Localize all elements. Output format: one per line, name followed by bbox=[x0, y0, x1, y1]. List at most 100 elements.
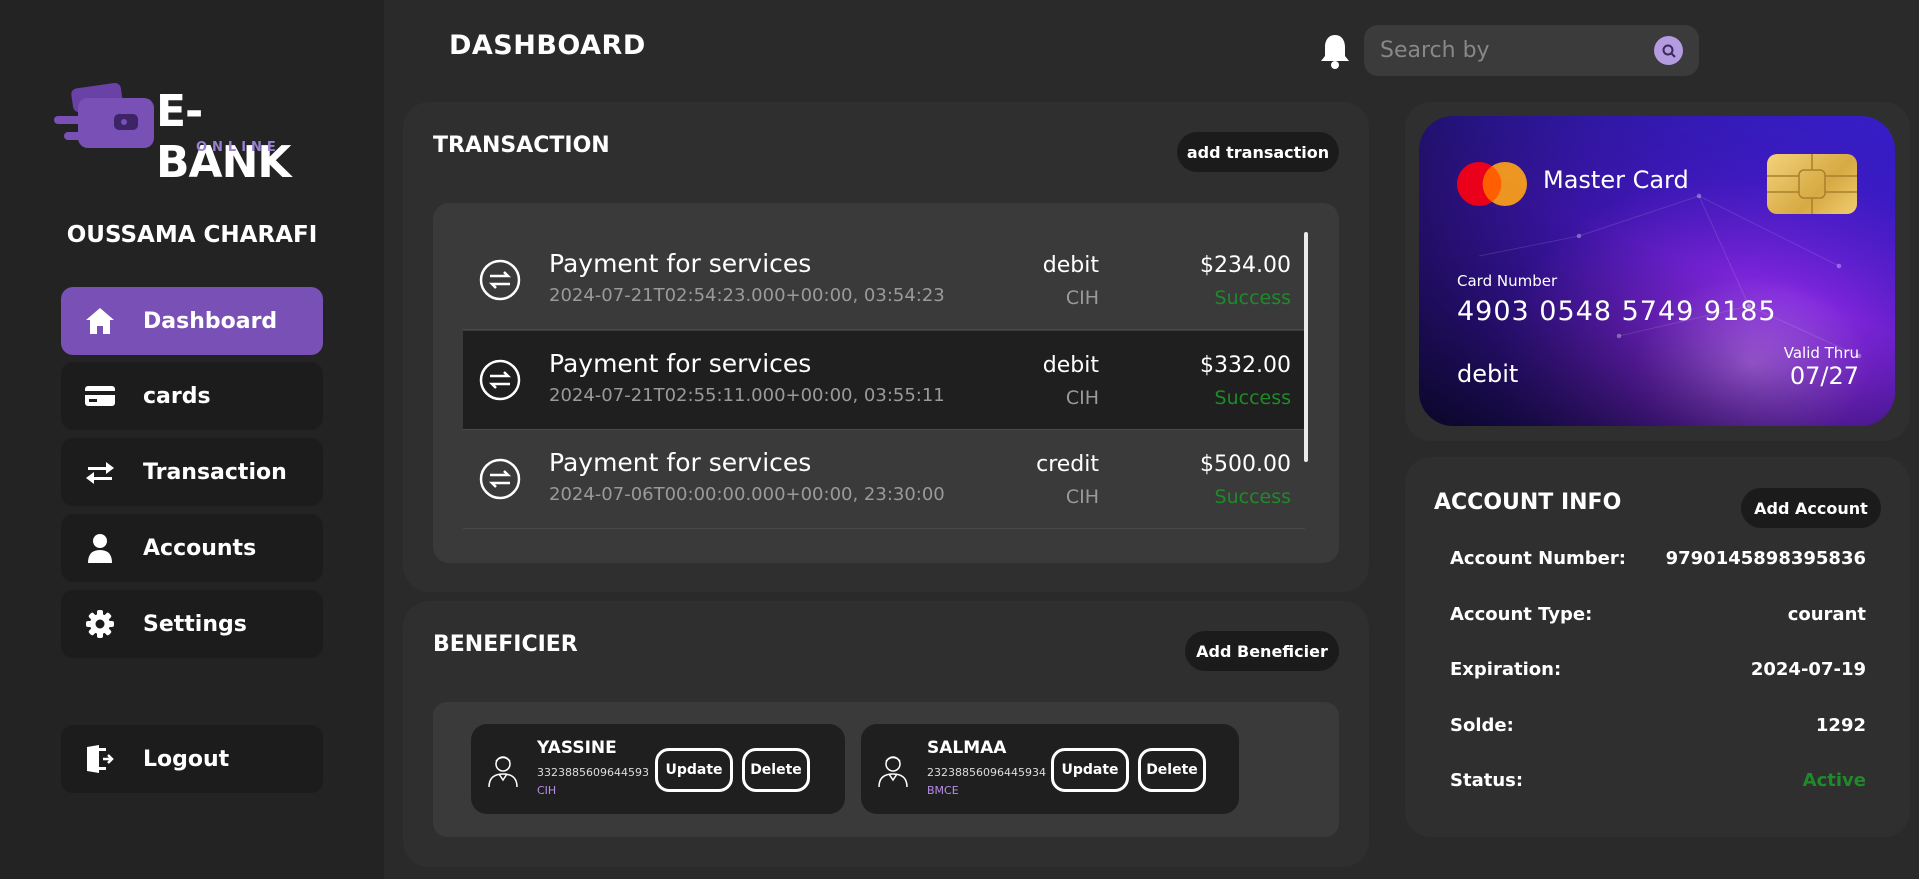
app-root: E-BANK ONLINE OUSSAMA CHARAFI Dashboard … bbox=[0, 0, 1919, 879]
card-number: 4903 0548 5749 9185 bbox=[1457, 296, 1777, 327]
sidebar-item-label: Dashboard bbox=[143, 308, 278, 334]
user-icon bbox=[81, 529, 119, 567]
card-type: debit bbox=[1457, 360, 1519, 388]
sidebar-item-dashboard[interactable]: Dashboard bbox=[61, 287, 323, 355]
valid-thru: 07/27 bbox=[1789, 362, 1859, 390]
transaction-amount: $500.00 bbox=[1200, 452, 1291, 477]
expiration-value: 2024-07-19 bbox=[1750, 659, 1866, 680]
status-row: Status: Active bbox=[1450, 770, 1866, 800]
add-beneficier-button[interactable]: Add Beneficier bbox=[1185, 631, 1339, 671]
transaction-row[interactable]: Payment for services 2024-07-06T00:00:00… bbox=[463, 430, 1305, 529]
expiration-label: Expiration: bbox=[1450, 659, 1562, 680]
status-value: Active bbox=[1802, 770, 1866, 791]
transaction-date: 2024-07-21T02:54:23.000+00:00, 03:54:23 bbox=[549, 285, 945, 306]
chip-icon bbox=[1767, 154, 1857, 214]
transfer-icon bbox=[81, 453, 119, 491]
beneficier-number: 23238856096445934 bbox=[927, 766, 1046, 779]
search-input[interactable] bbox=[1380, 35, 1640, 66]
beneficier-bank: CIH bbox=[537, 784, 557, 797]
person-outline-icon bbox=[488, 756, 518, 788]
account-number-value: 9790145898395836 bbox=[1665, 548, 1866, 569]
user-name: OUSSAMA CHARAFI bbox=[66, 222, 318, 248]
credit-card[interactable]: Master Card Card Number 4903 0548 5749 9… bbox=[1419, 116, 1895, 426]
sidebar: E-BANK ONLINE OUSSAMA CHARAFI Dashboard … bbox=[0, 0, 384, 879]
page-title: DASHBOARD bbox=[449, 30, 646, 61]
account-info-title: ACCOUNT INFO bbox=[1434, 490, 1622, 515]
beneficier-card: YASSINE 3323885609644593 CIH Update Dele… bbox=[471, 724, 845, 814]
home-icon bbox=[81, 302, 119, 340]
transaction-title: TRANSACTION bbox=[433, 133, 610, 158]
logout-button[interactable]: Logout bbox=[61, 725, 323, 793]
status-label: Status: bbox=[1450, 770, 1524, 791]
transaction-type: debit bbox=[1042, 353, 1099, 378]
beneficier-name: YASSINE bbox=[537, 738, 617, 758]
transaction-type: credit bbox=[1036, 452, 1099, 477]
exchange-icon bbox=[479, 359, 521, 401]
sidebar-item-label: cards bbox=[143, 383, 211, 409]
beneficier-name: SALMAA bbox=[927, 738, 1007, 758]
transaction-title: Payment for services bbox=[549, 249, 812, 278]
exchange-icon bbox=[479, 458, 521, 500]
beneficier-card: SALMAA 23238856096445934 BMCE Update Del… bbox=[861, 724, 1239, 814]
solde-value: 1292 bbox=[1815, 715, 1866, 736]
bell-icon[interactable] bbox=[1318, 32, 1352, 70]
update-button[interactable]: Update bbox=[1051, 748, 1129, 792]
account-number-label: Account Number: bbox=[1450, 548, 1626, 569]
transaction-row[interactable]: Payment for services 2024-07-21T02:55:11… bbox=[463, 331, 1305, 430]
person-outline-icon bbox=[878, 756, 908, 788]
search-button[interactable] bbox=[1654, 36, 1683, 65]
card-icon bbox=[81, 377, 119, 415]
transaction-bank: CIH bbox=[1065, 486, 1099, 508]
transaction-date: 2024-07-21T02:55:11.000+00:00, 03:55:11 bbox=[549, 385, 945, 406]
expiration-row: Expiration: 2024-07-19 bbox=[1450, 659, 1866, 689]
account-type-label: Account Type: bbox=[1450, 604, 1593, 625]
sidebar-item-label: Accounts bbox=[143, 535, 257, 561]
transaction-row[interactable]: Payment for services 2024-07-21T02:54:23… bbox=[463, 231, 1305, 330]
account-type-row: Account Type: courant bbox=[1450, 604, 1866, 634]
exchange-icon bbox=[479, 259, 521, 301]
logout-label: Logout bbox=[143, 746, 230, 772]
sidebar-item-cards[interactable]: cards bbox=[61, 362, 323, 430]
transaction-list: Payment for services 2024-07-21T02:54:23… bbox=[433, 203, 1339, 563]
solde-row: Solde: 1292 bbox=[1450, 715, 1866, 745]
search-bar bbox=[1364, 25, 1699, 76]
sidebar-item-settings[interactable]: Settings bbox=[61, 590, 323, 658]
mastercard-logo-icon bbox=[1457, 162, 1527, 206]
brand-subtitle: ONLINE bbox=[196, 140, 281, 155]
sidebar-item-label: Transaction bbox=[143, 459, 287, 485]
beneficier-title: BENEFICIER bbox=[433, 632, 578, 657]
delete-button[interactable]: Delete bbox=[1138, 748, 1206, 792]
card-brand: Master Card bbox=[1543, 166, 1689, 194]
transaction-bank: CIH bbox=[1065, 387, 1099, 409]
logo: E-BANK ONLINE bbox=[54, 80, 334, 188]
sidebar-item-label: Settings bbox=[143, 611, 247, 637]
sidebar-item-transaction[interactable]: Transaction bbox=[61, 438, 323, 506]
delete-button[interactable]: Delete bbox=[742, 748, 810, 792]
transaction-scrollbar[interactable] bbox=[1304, 232, 1308, 462]
beneficier-number: 3323885609644593 bbox=[537, 766, 649, 779]
sidebar-item-accounts[interactable]: Accounts bbox=[61, 514, 323, 582]
transaction-amount: $332.00 bbox=[1200, 353, 1291, 378]
add-account-button[interactable]: Add Account bbox=[1741, 488, 1881, 528]
transaction-title: Payment for services bbox=[549, 349, 812, 378]
wallet-logo-icon bbox=[54, 82, 154, 148]
add-transaction-button[interactable]: add transaction bbox=[1177, 132, 1339, 172]
transaction-title: Payment for services bbox=[549, 448, 812, 477]
beneficier-bank: BMCE bbox=[927, 784, 959, 797]
transaction-type: debit bbox=[1042, 253, 1099, 278]
logout-icon bbox=[81, 740, 119, 778]
search-icon bbox=[1662, 44, 1676, 58]
gear-icon bbox=[81, 605, 119, 643]
transaction-date: 2024-07-06T00:00:00.000+00:00, 23:30:00 bbox=[549, 484, 945, 505]
account-number-row: Account Number: 9790145898395836 bbox=[1450, 548, 1866, 578]
brand-name: E-BANK bbox=[156, 86, 292, 188]
transaction-status: Success bbox=[1214, 486, 1291, 508]
update-button[interactable]: Update bbox=[655, 748, 733, 792]
valid-thru-label: Valid Thru bbox=[1783, 344, 1859, 362]
transaction-status: Success bbox=[1214, 287, 1291, 309]
transaction-amount: $234.00 bbox=[1200, 253, 1291, 278]
transaction-status: Success bbox=[1214, 387, 1291, 409]
transaction-bank: CIH bbox=[1065, 287, 1099, 309]
card-number-label: Card Number bbox=[1457, 272, 1558, 290]
solde-label: Solde: bbox=[1450, 715, 1514, 736]
